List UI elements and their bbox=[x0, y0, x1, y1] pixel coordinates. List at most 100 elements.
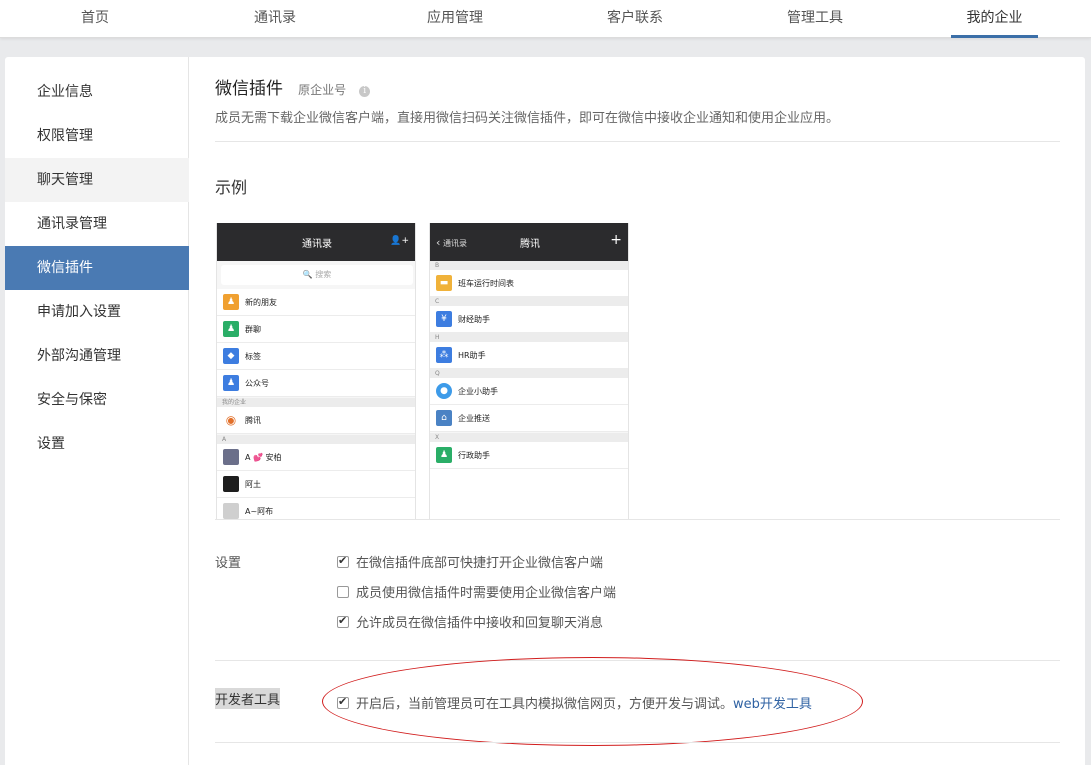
sidebar: 企业信息 权限管理 聊天管理 通讯录管理 微信插件 申请加入设置 外部沟通管理 … bbox=[5, 57, 189, 765]
list-item-label: 公众号 bbox=[245, 379, 269, 388]
plus-icon: + bbox=[610, 232, 622, 248]
section-header: X bbox=[430, 433, 628, 442]
sidebar-item-company-info[interactable]: 企业信息 bbox=[5, 70, 189, 114]
sidebar-item-join-settings[interactable]: 申请加入设置 bbox=[5, 290, 189, 334]
tencent-logo: ◉ bbox=[223, 412, 239, 428]
list-item: ● 企业小助手 bbox=[430, 378, 628, 405]
tab-home[interactable]: 首页 bbox=[55, 0, 135, 38]
example-screenshot-company: ‹ 通讯录 腾讯 + B ▬ 班车运行时间表 C ¥ 财经助手 H ⁂ HR助手… bbox=[429, 223, 629, 519]
section-header: 我的企业 bbox=[217, 398, 415, 407]
list-item: ◉ 腾讯 bbox=[217, 407, 415, 434]
info-icon[interactable]: i bbox=[359, 86, 371, 97]
tab-contacts[interactable]: 通讯录 bbox=[235, 0, 315, 38]
list-item: ◆ 标签 bbox=[217, 343, 415, 370]
list-item: A~阿布 bbox=[217, 498, 415, 519]
list-item: ♟ 公众号 bbox=[217, 370, 415, 397]
sidebar-item-settings[interactable]: 设置 bbox=[5, 422, 189, 466]
list-item: ⌂ 企业推送 bbox=[430, 405, 628, 432]
list-item-label: A~阿布 bbox=[245, 507, 274, 516]
bus-schedule-icon: ▬ bbox=[436, 275, 452, 291]
top-navigation: 首页 通讯录 应用管理 客户联系 管理工具 我的企业 bbox=[0, 0, 1091, 38]
setting-option[interactable]: 在微信插件底部可快捷打开企业微信客户端 bbox=[337, 552, 603, 572]
person-add-icon: ♟ bbox=[223, 294, 239, 310]
phone-body: 🔍 搜索 ♟ 新的朋友 ♟ 群聊 ◆ 标签 ♟ 公众号 我的企业 ◉ 腾讯 A … bbox=[217, 261, 415, 519]
list-item: ♟ 新的朋友 bbox=[217, 289, 415, 316]
list-item-label: 财经助手 bbox=[458, 315, 490, 324]
phone-body: B ▬ 班车运行时间表 C ¥ 财经助手 H ⁂ HR助手 Q ● 企业小助手 … bbox=[430, 261, 628, 519]
setting-option-label: 成员使用微信插件时需要使用企业微信客户端 bbox=[356, 586, 617, 601]
list-item-label: HR助手 bbox=[458, 351, 486, 360]
list-item: ⁂ HR助手 bbox=[430, 342, 628, 369]
avatar bbox=[223, 449, 239, 465]
sidebar-item-contacts-management[interactable]: 通讯录管理 bbox=[5, 202, 189, 246]
divider bbox=[215, 141, 1060, 142]
content-panel: 企业信息 权限管理 聊天管理 通讯录管理 微信插件 申请加入设置 外部沟通管理 … bbox=[5, 57, 1085, 765]
section-header: B bbox=[430, 261, 628, 270]
empty-area bbox=[430, 469, 628, 519]
add-contact-icon: 👤+ bbox=[390, 236, 409, 246]
section-header: H bbox=[430, 333, 628, 342]
phone-title: 通讯录 bbox=[302, 239, 332, 250]
sidebar-item-external-communication[interactable]: 外部沟通管理 bbox=[5, 334, 189, 378]
list-item-label: 群聊 bbox=[245, 325, 261, 334]
developer-tools-label: 开发者工具 bbox=[215, 688, 281, 709]
page-description: 成员无需下载企业微信客户端，直接用微信扫码关注微信插件，即可在微信中接收企业通知… bbox=[215, 111, 840, 126]
list-item: ♟ 群聊 bbox=[217, 316, 415, 343]
tab-customer-contact[interactable]: 客户联系 bbox=[580, 0, 690, 38]
checkbox-checked[interactable] bbox=[337, 614, 349, 628]
avatar bbox=[223, 476, 239, 492]
divider bbox=[215, 742, 1060, 743]
section-header: C bbox=[430, 297, 628, 306]
red-annotation-ellipse bbox=[322, 657, 863, 746]
divider bbox=[215, 519, 1060, 520]
example-screenshot-contacts: 通讯录 👤+ 🔍 搜索 ♟ 新的朋友 ♟ 群聊 ◆ 标签 ♟ 公众号 我的企业 … bbox=[216, 223, 416, 519]
group-icon: ♟ bbox=[223, 321, 239, 337]
yen-icon: ¥ bbox=[436, 311, 452, 327]
tab-my-company[interactable]: 我的企业 bbox=[951, 0, 1038, 38]
list-item: ▬ 班车运行时间表 bbox=[430, 270, 628, 297]
checkbox-checked[interactable] bbox=[337, 554, 349, 568]
section-header: A bbox=[217, 435, 415, 444]
sidebar-item-security[interactable]: 安全与保密 bbox=[5, 378, 189, 422]
setting-option-label: 允许成员在微信插件中接收和回复聊天消息 bbox=[356, 616, 604, 631]
list-item-label: 班车运行时间表 bbox=[458, 279, 514, 288]
person-icon: ♟ bbox=[436, 447, 452, 463]
main-content: 微信插件 原企业号 i 成员无需下载企业微信客户端，直接用微信扫码关注微信插件，… bbox=[215, 57, 1060, 765]
list-item-label: 企业小助手 bbox=[458, 387, 498, 396]
avatar bbox=[223, 503, 239, 519]
official-account-icon: ♟ bbox=[223, 375, 239, 391]
setting-option[interactable]: 成员使用微信插件时需要使用企业微信客户端 bbox=[337, 582, 616, 602]
list-item-label: 阿土 bbox=[245, 480, 261, 489]
list-item-label: 企业推送 bbox=[458, 414, 490, 423]
chat-bubble-icon: ● bbox=[436, 383, 452, 399]
list-item: 阿土 bbox=[217, 471, 415, 498]
tab-management-tools[interactable]: 管理工具 bbox=[760, 0, 870, 38]
setting-option[interactable]: 允许成员在微信插件中接收和回复聊天消息 bbox=[337, 612, 603, 632]
sidebar-item-chat-management[interactable]: 聊天管理 bbox=[5, 158, 189, 202]
list-item: ♟ 行政助手 bbox=[430, 442, 628, 469]
page-subtitle: 原企业号 bbox=[298, 83, 347, 97]
page-title: 微信插件 bbox=[215, 79, 283, 99]
home-icon: ⌂ bbox=[436, 410, 452, 426]
sidebar-item-permissions[interactable]: 权限管理 bbox=[5, 114, 189, 158]
hr-icon: ⁂ bbox=[436, 347, 452, 363]
list-item-label: A 💕 安柏 bbox=[245, 453, 282, 462]
checkbox-unchecked[interactable] bbox=[337, 586, 349, 598]
tag-icon: ◆ bbox=[223, 348, 239, 364]
list-item-label: 腾讯 bbox=[245, 416, 261, 425]
list-item: ¥ 财经助手 bbox=[430, 306, 628, 333]
sidebar-item-wechat-plugin[interactable]: 微信插件 bbox=[5, 246, 189, 290]
search-bar: 🔍 搜索 bbox=[221, 265, 413, 285]
page-title-row: 微信插件 原企业号 i bbox=[215, 74, 371, 99]
settings-label: 设置 bbox=[215, 556, 242, 571]
setting-option-label: 在微信插件底部可快捷打开企业微信客户端 bbox=[356, 556, 604, 571]
phone-header: ‹ 通讯录 腾讯 + bbox=[430, 223, 628, 261]
list-item-label: 行政助手 bbox=[458, 451, 490, 460]
example-heading: 示例 bbox=[215, 178, 248, 197]
list-item: A 💕 安柏 bbox=[217, 444, 415, 471]
phone-header: 通讯录 👤+ bbox=[217, 223, 415, 261]
tab-app-management[interactable]: 应用管理 bbox=[400, 0, 510, 38]
phone-title: 腾讯 bbox=[520, 239, 540, 250]
list-item-label: 新的朋友 bbox=[245, 298, 277, 307]
section-header: Q bbox=[430, 369, 628, 378]
